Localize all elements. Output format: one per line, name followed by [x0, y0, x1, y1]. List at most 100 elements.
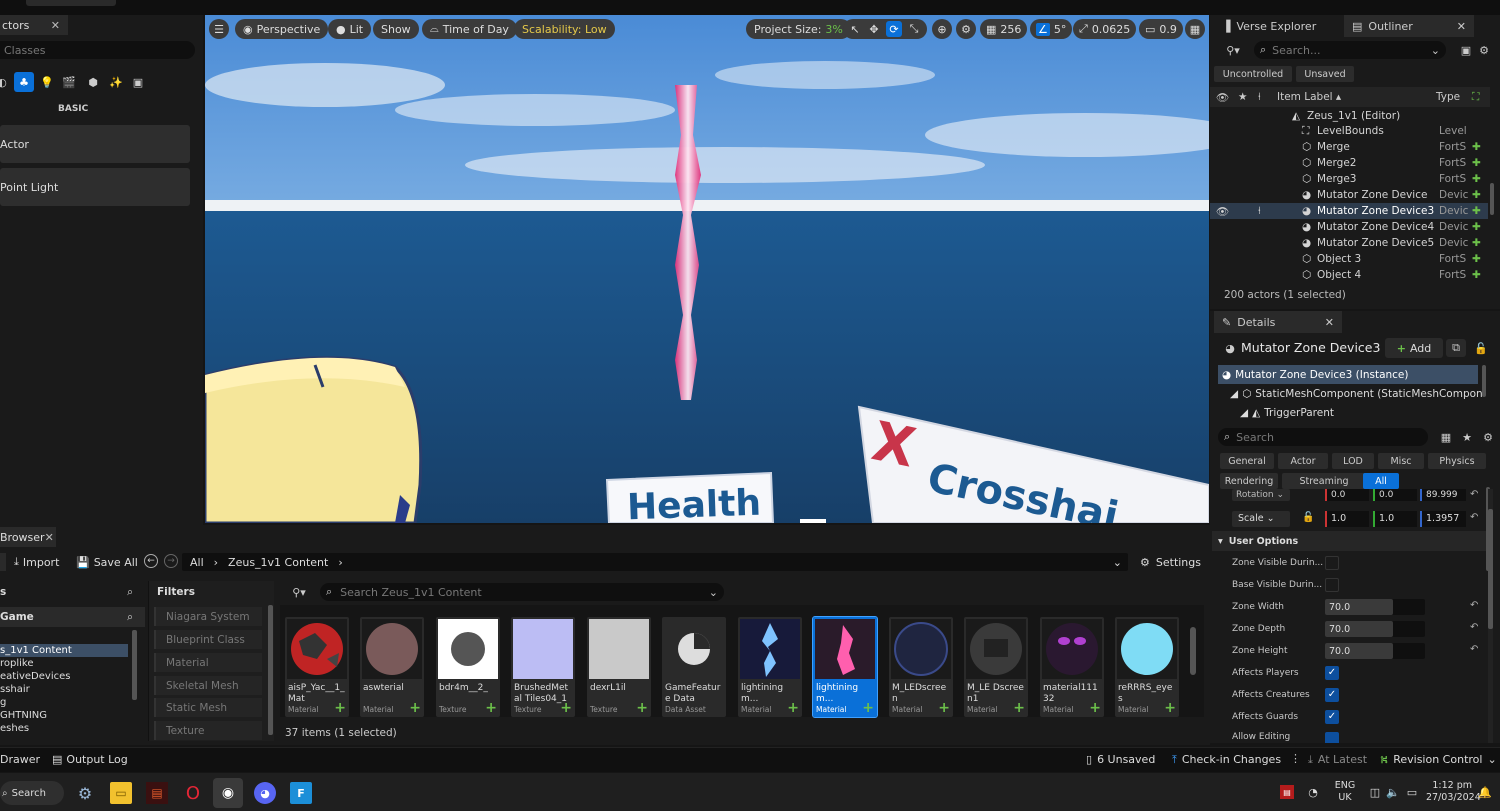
fortnite-icon[interactable]: F [290, 782, 312, 804]
outliner-row[interactable]: ◕ Mutator Zone Device5 Devic ✚ [1210, 235, 1488, 251]
filter-actor[interactable]: Actor [1278, 453, 1328, 469]
filter-static-mesh[interactable]: Static Mesh [154, 698, 262, 717]
visibility-icon[interactable]: 👁 [1216, 205, 1229, 218]
cinematic-icon[interactable]: 🎬 [60, 73, 78, 91]
add-plus-icon[interactable]: + [862, 700, 874, 716]
type-filter-icon[interactable]: ⛶ [1472, 91, 1479, 104]
scale-snap-button[interactable]: ⤢ 0.0625 [1073, 19, 1137, 39]
prop-checkbox[interactable]: ✓ [1325, 688, 1339, 702]
add-plus-icon[interactable]: + [334, 700, 346, 716]
move-tool-icon[interactable]: ✥ [866, 21, 882, 37]
asset-tile[interactable]: bdr4m__2_ Texture + [436, 617, 500, 717]
filter-rendering[interactable]: Rendering [1220, 473, 1278, 489]
asset-tile[interactable]: aisP_Yac__1_ Mat Material + [285, 617, 349, 717]
edit-plus-icon[interactable]: ✚ [1472, 173, 1481, 185]
add-plus-icon[interactable]: + [636, 700, 648, 716]
perspective-button[interactable]: ◉ Perspective [235, 19, 329, 39]
folder-item[interactable]: sshair [0, 683, 30, 696]
add-component-button[interactable]: + Add [1385, 338, 1443, 358]
discord-icon[interactable]: ◕ [254, 782, 276, 804]
viewport-menu-icon[interactable]: ☰ [209, 19, 229, 39]
zone-height-field[interactable]: 70.0 [1325, 643, 1425, 659]
close-icon[interactable]: ✕ [1457, 20, 1466, 33]
filter-streaming[interactable]: Streaming [1282, 473, 1366, 489]
details-search-input[interactable]: ⌕ Search [1218, 428, 1428, 446]
revision-control-button[interactable]: ⛕ Revision Control ⌄ [1380, 753, 1497, 768]
tab-details[interactable]: ✎ Details ✕ [1214, 311, 1342, 333]
outliner-row[interactable]: ⬡ Object 4 FortS ✚ [1210, 267, 1488, 282]
edit-plus-icon[interactable]: ✚ [1472, 237, 1481, 249]
output-log-button[interactable]: ▤ Output Log [52, 753, 128, 766]
reset-arrow-icon[interactable]: ↶ [1470, 644, 1478, 655]
reset-arrow-icon[interactable]: ↶ [1470, 600, 1478, 611]
expand-arrow-icon[interactable]: ◢ [1230, 388, 1238, 400]
folder-item[interactable]: g [0, 696, 6, 709]
close-icon[interactable]: ✕ [51, 19, 60, 32]
add-plus-icon[interactable]: + [1089, 700, 1101, 716]
show-button[interactable]: Show [373, 19, 419, 39]
grid-snap-button[interactable]: ▦ 256 [980, 19, 1028, 39]
add-plus-icon[interactable]: + [485, 700, 497, 716]
filter-physics[interactable]: Physics [1428, 453, 1486, 469]
filter-misc[interactable]: Misc [1378, 453, 1424, 469]
rotation-x[interactable]: 0.0 [1325, 489, 1369, 501]
rotation-z[interactable]: 89.999 [1420, 489, 1466, 501]
edit-plus-icon[interactable]: ✚ [1472, 157, 1481, 169]
content-browser-tab[interactable]: Browser ✕ [0, 527, 56, 547]
angle-snap-button[interactable]: ∠ 5° [1030, 19, 1073, 39]
search-icon[interactable]: ⌕ [127, 611, 133, 624]
filter-all[interactable]: All [1363, 473, 1399, 489]
lock-icon[interactable]: 🔓 [1473, 340, 1489, 356]
zone-width-field[interactable]: 70.0 [1325, 599, 1425, 615]
scale-x[interactable]: 1.0 [1325, 511, 1369, 527]
component-static-mesh[interactable]: ◢ ⬡ StaticMeshComponent (StaticMeshCompone… [1230, 385, 1482, 403]
outliner-row[interactable]: ⛶ LevelBounds Level [1210, 123, 1488, 139]
save-all-button[interactable]: 💾 Save All [76, 553, 138, 571]
expand-arrow-icon[interactable]: ◢ [1240, 407, 1248, 419]
component-scrollbar[interactable] [1482, 365, 1486, 397]
prop-checkbox[interactable] [1325, 556, 1339, 570]
sources-scrollbar[interactable] [132, 630, 137, 700]
filters-scrollbar[interactable] [268, 605, 273, 735]
project-size-badge[interactable]: Project Size: 3% [746, 19, 851, 39]
edit-plus-icon[interactable]: ✚ [1472, 205, 1481, 217]
effects-icon[interactable]: ✨ [107, 73, 125, 91]
recent-icon[interactable]: ◐ [0, 73, 8, 91]
edit-plus-icon[interactable]: ✚ [1472, 269, 1481, 281]
add-plus-icon[interactable]: + [1164, 700, 1176, 716]
basic-actors-icon[interactable]: ♣ [14, 72, 34, 92]
prop-checkbox[interactable] [1325, 732, 1339, 743]
time-of-day-button[interactable]: ⌓ Time of Day [422, 19, 517, 39]
add-plus-icon[interactable]: + [409, 700, 421, 716]
component-instance[interactable]: ◕ Mutator Zone Device3 (Instance) [1218, 365, 1478, 384]
col-item-label[interactable]: Item Label ▴ [1277, 91, 1341, 103]
select-tool-icon[interactable]: ↖ [847, 21, 863, 37]
asset-tile[interactable]: M_LEDscreen Material + [889, 617, 953, 717]
asset-filter-icon[interactable]: ⚲▾ [286, 584, 312, 600]
forward-icon[interactable]: → [164, 554, 178, 568]
network-icon[interactable]: ◫ [1368, 785, 1382, 799]
content-drawer-button[interactable]: Drawer [0, 753, 40, 766]
unsaved-button[interactable]: ▯ 6 Unsaved [1086, 753, 1155, 766]
add-plus-icon[interactable]: + [1013, 700, 1025, 716]
folder-item-selected[interactable]: s_1v1 Content [0, 644, 128, 657]
prop-checkbox[interactable] [1325, 578, 1339, 592]
breadcrumb-all[interactable]: All [190, 556, 204, 569]
asset-scrollbar[interactable] [1190, 627, 1196, 675]
tray-app-icon[interactable]: ▤ [1280, 785, 1294, 799]
clock[interactable]: 1:12 pm 27/03/2024 [1426, 780, 1481, 804]
star-icon[interactable]: ★ [1238, 91, 1247, 103]
game-app-icon[interactable]: ▤ [146, 782, 168, 804]
pin-icon[interactable]: ⍿ [1258, 205, 1261, 218]
component-trigger-parent[interactable]: ◢ ◭ TriggerParent [1240, 404, 1470, 422]
search-icon[interactable]: ⌕ [127, 586, 133, 599]
outliner-row[interactable]: ⬡ Merge2 FortS ✚ [1210, 155, 1488, 171]
filter-material[interactable]: Material [154, 653, 262, 672]
add-plus-icon[interactable]: + [787, 700, 799, 716]
filter-blueprint-class[interactable]: Blueprint Class [154, 630, 262, 649]
asset-tile-selected[interactable]: lightiningm... Material + [812, 616, 878, 718]
blueprint-icon[interactable]: ⧉ [1446, 339, 1466, 357]
folder-item[interactable]: eativeDevices [0, 670, 70, 683]
outliner-row[interactable]: ⬡ Merge3 FortS ✚ [1210, 171, 1488, 187]
filter-unsaved-button[interactable]: Unsaved [1296, 66, 1354, 82]
